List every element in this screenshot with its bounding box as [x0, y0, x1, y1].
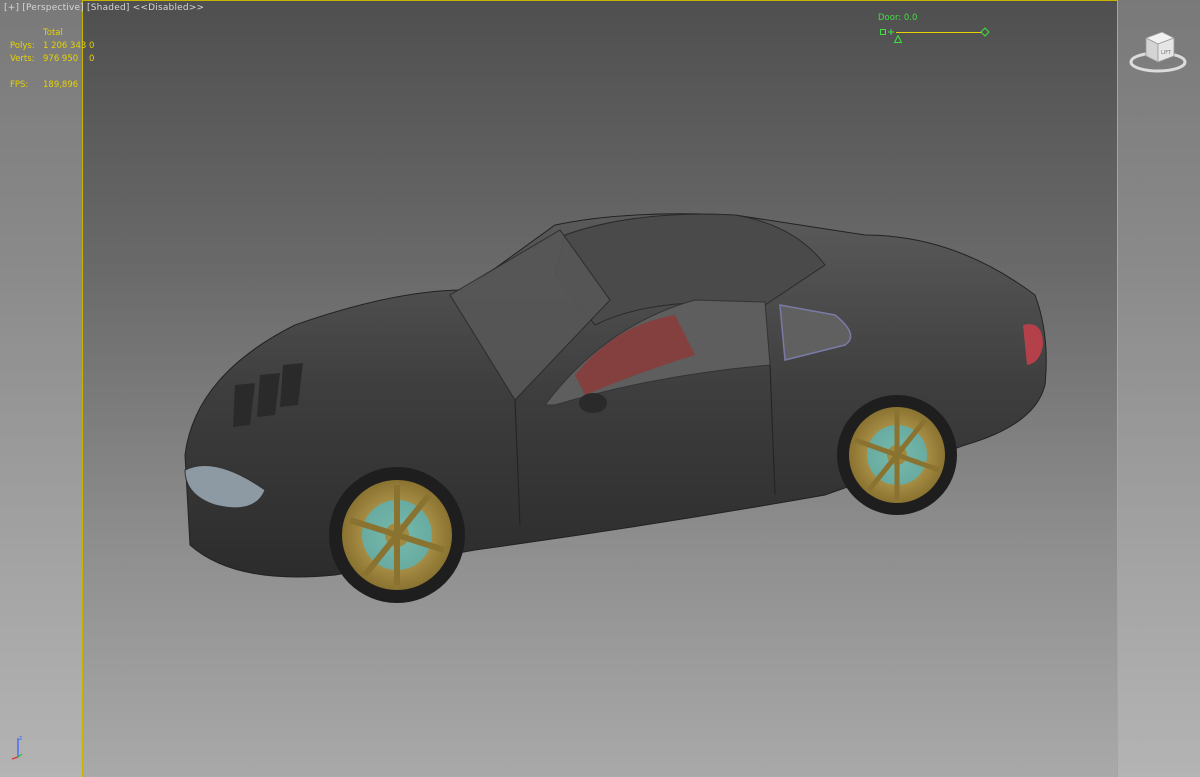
car-model[interactable] [175, 205, 1055, 605]
verts-value: 976 950 [43, 54, 79, 64]
viewport-menu-button[interactable]: [+] [4, 3, 19, 13]
perspective-viewport[interactable]: [+] [Perspective] [Shaded] <<Disabled>> … [0, 0, 1200, 777]
polys-label: Polys: [10, 41, 35, 51]
door-slider-label: Door: 0.0 [878, 13, 918, 23]
safe-frame-right [1118, 0, 1200, 777]
viewcube-icon[interactable]: LIFT [1128, 24, 1188, 74]
safe-frame-line-left [82, 0, 83, 777]
door-slider-thumb[interactable] [894, 35, 902, 43]
front-wheel [329, 467, 465, 603]
viewport-label: [+] [Perspective] [Shaded] <<Disabled>> [4, 3, 204, 13]
view-type-menu[interactable]: [Perspective] [22, 3, 84, 13]
door-slider-manipulator[interactable]: Door: 0.0 [876, 13, 996, 45]
disabled-menu[interactable]: <<Disabled>> [133, 3, 205, 13]
statistics-panel: Total Polys: 1 206 343 0 Verts: 976 950 … [10, 27, 94, 92]
axis-tripod-icon: z [11, 735, 23, 760]
side-mirror [579, 393, 607, 413]
verts-label: Verts: [10, 54, 35, 64]
stats-total-header: Total [43, 28, 63, 38]
door-slider-track[interactable] [896, 32, 982, 33]
viewcube-face-label: LIFT [1161, 50, 1172, 56]
polys-selected: 0 [89, 41, 95, 51]
rear-wheel [837, 395, 957, 515]
shading-menu[interactable]: [Shaded] [87, 3, 130, 13]
fps-value: 189,896 [43, 80, 79, 90]
slider-end-icon[interactable] [980, 27, 990, 37]
verts-selected: 0 [89, 54, 95, 64]
svg-text:z: z [19, 735, 22, 742]
safe-frame-left [0, 0, 82, 777]
safe-frame-line-right [1117, 0, 1118, 777]
safe-frame-line-top [82, 0, 1118, 1]
fps-label: FPS: [10, 80, 29, 90]
polys-value: 1 206 343 [43, 41, 87, 51]
